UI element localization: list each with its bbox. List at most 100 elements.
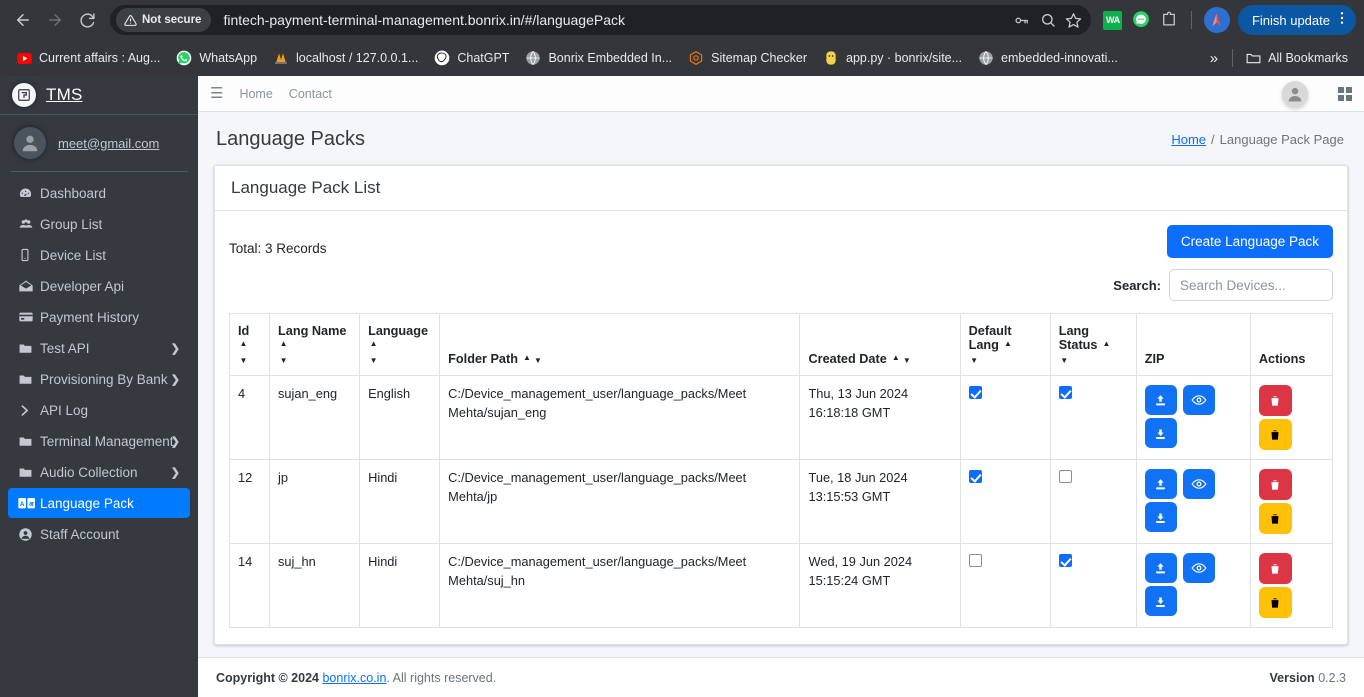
sort-asc-icon[interactable]: ▲ — [1101, 339, 1112, 348]
chevron-right-icon: ❯ — [170, 435, 180, 448]
sidebar-item-developer-api[interactable]: Developer Api — [8, 271, 190, 301]
grid-icon[interactable] — [1338, 86, 1352, 101]
bookmark-star-icon[interactable] — [1061, 7, 1087, 33]
upload-icon[interactable] — [1144, 385, 1177, 415]
sidebar-item-label: API Log — [40, 402, 89, 418]
trash-red-icon[interactable] — [1258, 469, 1292, 500]
column-header-language[interactable]: Language ▲ ▼ — [359, 313, 441, 376]
table-body: 4 sujan_eng English C:/Device_management… — [228, 375, 1334, 628]
sort-desc-icon[interactable]: ▼ — [278, 356, 289, 365]
eye-icon[interactable] — [1182, 385, 1215, 415]
finish-update-button[interactable]: Finish update — [1237, 5, 1356, 35]
not-secure-badge[interactable]: Not secure — [116, 8, 212, 32]
whatsapp-extension-icon[interactable] — [1131, 10, 1151, 30]
back-arrow-icon[interactable] — [8, 5, 38, 35]
column-header-default-lang[interactable]: Default Lang ▲ ▼ — [959, 313, 1051, 376]
trash-yellow-icon[interactable] — [1258, 419, 1292, 450]
sidebar-user[interactable]: meet@gmail.com — [0, 115, 198, 171]
sidebar-item-language-pack[interactable]: Aअ Language Pack — [8, 488, 190, 518]
column-header-label: Created Date — [808, 352, 887, 366]
bookmark-item[interactable]: localhost / 127.0.0.1... — [265, 46, 426, 70]
all-bookmarks-button[interactable]: All Bookmarks — [1237, 46, 1356, 70]
forward-arrow-icon[interactable] — [40, 5, 70, 35]
eye-icon[interactable] — [1182, 553, 1215, 583]
kebab-menu-icon[interactable] — [1334, 10, 1350, 31]
breadcrumb: Home / Language Pack Page — [1171, 132, 1344, 147]
user-avatar-icon[interactable] — [1282, 80, 1308, 107]
reload-icon[interactable] — [72, 5, 102, 35]
wa-extension-icon[interactable]: WA — [1103, 10, 1123, 30]
sort-desc-icon[interactable]: ▼ — [1059, 356, 1070, 365]
profile-avatar[interactable] — [1203, 7, 1230, 33]
bookmark-item[interactable]: Sitemap Checker — [680, 46, 815, 70]
card-title: Language Pack List — [231, 178, 381, 197]
sort-asc-icon[interactable]: ▲ — [368, 339, 379, 348]
trash-red-icon[interactable] — [1258, 553, 1292, 584]
sidebar-item-payment-history[interactable]: Payment History — [8, 302, 190, 332]
sort-asc-icon[interactable]: ▲ — [1002, 339, 1013, 348]
bookmark-item[interactable]: app.py · bonrix/site... — [815, 46, 970, 70]
default-lang-checkbox[interactable] — [968, 386, 982, 399]
sort-desc-icon[interactable]: ▼ — [969, 356, 980, 365]
column-header-lang-name[interactable]: Lang Name ▲ ▼ — [269, 313, 361, 376]
sidebar-item-terminal-management[interactable]: Terminal Management ❯ — [8, 426, 190, 456]
sidebar-item-audio-collection[interactable]: Audio Collection ❯ — [8, 457, 190, 487]
default-lang-checkbox[interactable] — [968, 470, 982, 483]
eye-icon[interactable] — [1182, 469, 1215, 499]
sort-asc-icon[interactable]: ▲ — [278, 339, 289, 348]
bookmark-item[interactable]: Bonrix Embedded In... — [517, 46, 680, 70]
download-icon[interactable] — [1144, 418, 1177, 448]
sidebar-item-dashboard[interactable]: Dashboard — [8, 178, 190, 208]
sort-asc-icon[interactable]: ▲ — [522, 353, 533, 362]
sidebar-item-device-list[interactable]: Device List — [8, 240, 190, 270]
sidebar-item-staff-account[interactable]: Staff Account — [8, 519, 190, 549]
sidebar-item-provisioning-by-bank[interactable]: Provisioning By Bank ❯ — [8, 364, 190, 394]
hamburger-icon[interactable]: ☰ — [210, 86, 223, 101]
brand-header[interactable]: TMS — [0, 76, 198, 115]
trash-yellow-icon[interactable] — [1258, 587, 1292, 618]
password-key-icon[interactable] — [1009, 7, 1035, 33]
topbar-link-home[interactable]: Home — [239, 87, 272, 101]
sort-asc-icon[interactable]: ▲ — [238, 339, 249, 348]
sidebar-item-api-log[interactable]: API Log — [8, 395, 190, 425]
tms-logo-icon — [12, 83, 36, 107]
breadcrumb-home-link[interactable]: Home — [1171, 132, 1206, 147]
column-header-id[interactable]: Id ▲ ▼ — [228, 313, 271, 376]
sort-desc-icon[interactable]: ▼ — [368, 356, 379, 365]
address-bar[interactable]: Not secure fintech-payment-terminal-mana… — [110, 5, 1091, 35]
bookmarks-overflow-button[interactable]: » — [1200, 50, 1228, 67]
sort-desc-icon[interactable]: ▼ — [901, 356, 912, 365]
search-input[interactable] — [1169, 269, 1333, 301]
trash-yellow-icon[interactable] — [1258, 503, 1292, 534]
sort-asc-icon[interactable]: ▲ — [890, 353, 901, 362]
bonrix-link[interactable]: bonrix.co.in — [322, 671, 386, 685]
bookmark-item[interactable]: WhatsApp — [168, 46, 265, 70]
column-header-lang-status[interactable]: Lang Status ▲ ▼ — [1049, 313, 1137, 376]
upload-icon[interactable] — [1144, 553, 1177, 583]
extensions-puzzle-icon[interactable] — [1159, 10, 1179, 30]
default-lang-checkbox[interactable] — [968, 554, 982, 567]
bookmark-item[interactable]: Current affairs : Aug... — [8, 46, 168, 70]
lang-status-checkbox[interactable] — [1058, 386, 1072, 399]
copyright-suffix: . All rights reserved. — [386, 670, 497, 685]
application-window: TMS meet@gmail.com Dashboard Group List … — [0, 76, 1364, 697]
download-icon[interactable] — [1144, 586, 1177, 616]
upload-icon[interactable] — [1144, 469, 1177, 499]
column-header-folder-path[interactable]: Folder Path ▲ ▼ — [439, 313, 801, 376]
lang-status-checkbox[interactable] — [1058, 470, 1072, 483]
trash-red-icon[interactable] — [1258, 385, 1292, 416]
lang-status-checkbox[interactable] — [1058, 554, 1072, 567]
sidebar-item-group-list[interactable]: Group List — [8, 209, 190, 239]
sort-desc-icon[interactable]: ▼ — [238, 356, 249, 365]
download-icon[interactable] — [1144, 502, 1177, 532]
search-icon[interactable] — [1035, 7, 1061, 33]
sidebar-item-test-api[interactable]: Test API ❯ — [8, 333, 190, 363]
topbar-link-contact[interactable]: Contact — [289, 87, 332, 101]
bookmark-label: WhatsApp — [199, 51, 258, 65]
sort-desc-icon[interactable]: ▼ — [533, 356, 544, 365]
dashboard-icon — [18, 186, 40, 201]
column-header-created-date[interactable]: Created Date ▲ ▼ — [799, 313, 961, 376]
bookmark-item[interactable]: embedded-innovati... — [970, 46, 1126, 70]
bookmark-item[interactable]: ChatGPT — [426, 46, 517, 70]
create-language-pack-button[interactable]: Create Language Pack — [1166, 225, 1333, 258]
